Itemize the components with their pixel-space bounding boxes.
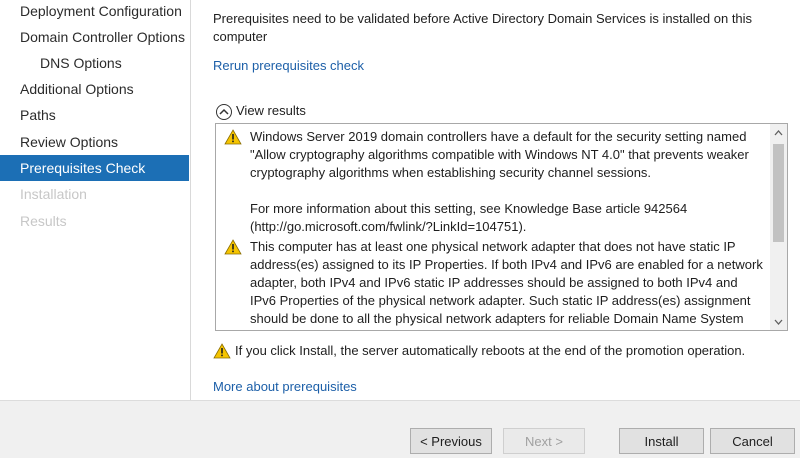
sidebar-item-domain-controller-options[interactable]: Domain Controller Options <box>0 24 189 50</box>
sidebar-item-additional-options[interactable]: Additional Options <box>0 76 189 102</box>
scroll-up-icon[interactable] <box>770 124 787 141</box>
wizard-sidebar: Deployment Configuration Domain Controll… <box>0 0 191 400</box>
warning-icon <box>213 343 231 359</box>
sidebar-item-installation: Installation <box>20 186 87 202</box>
main-content: Prerequisites need to be validated befor… <box>191 0 800 400</box>
sidebar-item-paths[interactable]: Paths <box>0 102 189 128</box>
reboot-warning-text: If you click Install, the server automat… <box>235 343 746 358</box>
intro-text: Prerequisites need to be validated befor… <box>213 11 753 44</box>
scroll-thumb[interactable] <box>773 144 784 242</box>
result-paragraph: Windows Server 2019 domain controllers h… <box>250 129 749 180</box>
warning-icon <box>224 239 242 255</box>
view-results-label: View results <box>236 103 306 118</box>
install-button[interactable]: Install <box>619 428 704 454</box>
result-paragraph: This computer has at least one physical … <box>250 239 763 330</box>
view-results-toggle[interactable]: View results <box>216 101 306 121</box>
previous-button[interactable]: < Previous <box>410 428 492 454</box>
results-list[interactable]: Windows Server 2019 domain controllers h… <box>215 123 788 331</box>
sidebar-item-results: Results <box>20 213 67 229</box>
sidebar-item-review-options[interactable]: Review Options <box>0 129 189 155</box>
sidebar-item-prerequisites-check[interactable]: Prerequisites Check <box>0 155 189 181</box>
cancel-button[interactable]: Cancel <box>710 428 795 454</box>
sidebar-item-dns-options[interactable]: DNS Options <box>0 50 189 76</box>
chevron-up-icon[interactable] <box>216 103 232 120</box>
results-scrollbar[interactable] <box>770 124 787 330</box>
next-button: Next > <box>503 428 585 454</box>
sidebar-item-deployment-configuration[interactable]: Deployment Configuration <box>0 0 189 24</box>
more-about-prerequisites-link[interactable]: More about prerequisites <box>213 379 357 394</box>
result-paragraph: For more information about this setting,… <box>250 201 688 234</box>
rerun-prerequisites-link[interactable]: Rerun prerequisites check <box>213 58 364 73</box>
warning-icon <box>224 129 242 145</box>
scroll-down-icon[interactable] <box>770 313 787 330</box>
